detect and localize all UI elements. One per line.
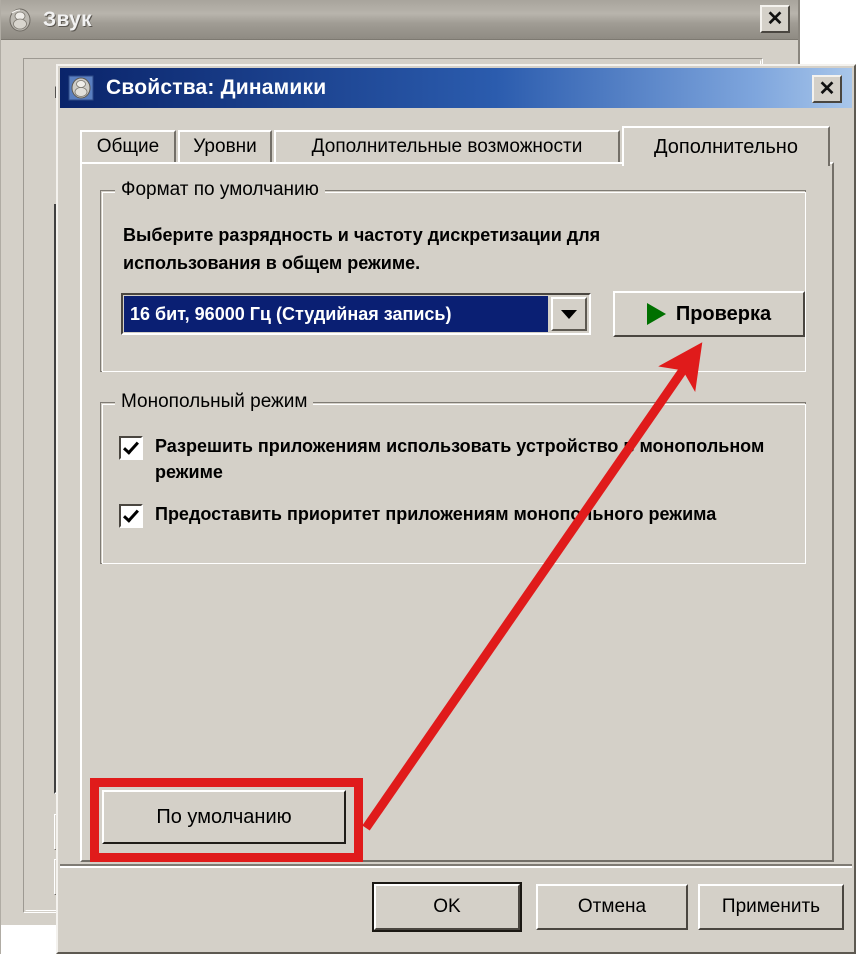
tab-obshchie[interactable]: Общие — [80, 130, 176, 162]
properties-tabstrip: Общие Уровни Дополнительные возможности … — [80, 126, 834, 166]
ok-button[interactable]: OK — [372, 882, 522, 932]
exclusive-mode-group: Монопольный режим Разрешить приложениям … — [100, 391, 806, 564]
speaker-icon — [68, 75, 94, 101]
close-icon[interactable]: ✕ — [760, 5, 790, 33]
format-combobox[interactable]: 16 бит, 96000 Гц (Студийная запись) — [121, 293, 591, 335]
checkbox-exclusive-priority[interactable] — [119, 504, 143, 528]
exclusive-mode-legend: Монопольный режим — [115, 391, 314, 413]
checkbox-exclusive-priority-label: Предоставить приоритет приложениям моноп… — [155, 504, 717, 524]
close-icon[interactable]: ✕ — [812, 75, 842, 103]
close-glyph: ✕ — [818, 78, 836, 100]
sound-window-title: Звук — [43, 7, 92, 31]
checkbox-allow-exclusive-label: Разрешить приложениям использовать устро… — [155, 436, 765, 483]
properties-titlebar: Свойства: Динамики ✕ — [60, 68, 852, 108]
close-glyph: ✕ — [766, 8, 784, 30]
defaults-button[interactable]: По умолчанию — [102, 790, 346, 844]
tab-urovni[interactable]: Уровни — [178, 130, 272, 162]
default-format-legend: Формат по умолчанию — [115, 179, 325, 201]
format-combobox-value: 16 бит, 96000 Гц (Студийная запись) — [124, 296, 548, 332]
chevron-down-icon[interactable] — [551, 297, 587, 331]
play-icon — [646, 303, 666, 325]
checkbox-row-exclusive-priority[interactable]: Предоставить приоритет приложениям моноп… — [119, 501, 779, 528]
speaker-icon — [7, 7, 33, 33]
chevron-down-glyph — [561, 309, 577, 319]
test-button-label: Проверка — [675, 302, 772, 325]
apply-button[interactable]: Применить — [698, 884, 844, 930]
properties-footer: OK Отмена Применить — [60, 864, 852, 950]
tab-dopolnitelnye-vozmozhnosti[interactable]: Дополнительные возможности — [274, 130, 620, 162]
screen-root: Звук ✕ Во В н — [0, 0, 856, 954]
background-bottom-panel — [1, 925, 57, 954]
cancel-button[interactable]: Отмена — [536, 884, 688, 930]
tab-dopolnitelno[interactable]: Дополнительно — [622, 126, 830, 166]
checkbox-allow-exclusive[interactable] — [119, 436, 143, 460]
default-format-description-line-2: использования в общем режиме. — [123, 253, 421, 273]
checkbox-row-allow-exclusive[interactable]: Разрешить приложениям использовать устро… — [119, 433, 779, 485]
default-format-description-line-1: Выберите разрядность и частоту дискретиз… — [123, 225, 601, 245]
properties-title: Свойства: Динамики — [106, 76, 327, 99]
tab-page-advanced: Формат по умолчанию Выберите разрядность… — [80, 162, 834, 862]
sound-window-titlebar: Звук ✕ — [1, 0, 798, 40]
test-button[interactable]: Проверка — [613, 291, 805, 337]
default-format-group: Формат по умолчанию Выберите разрядность… — [100, 179, 806, 372]
